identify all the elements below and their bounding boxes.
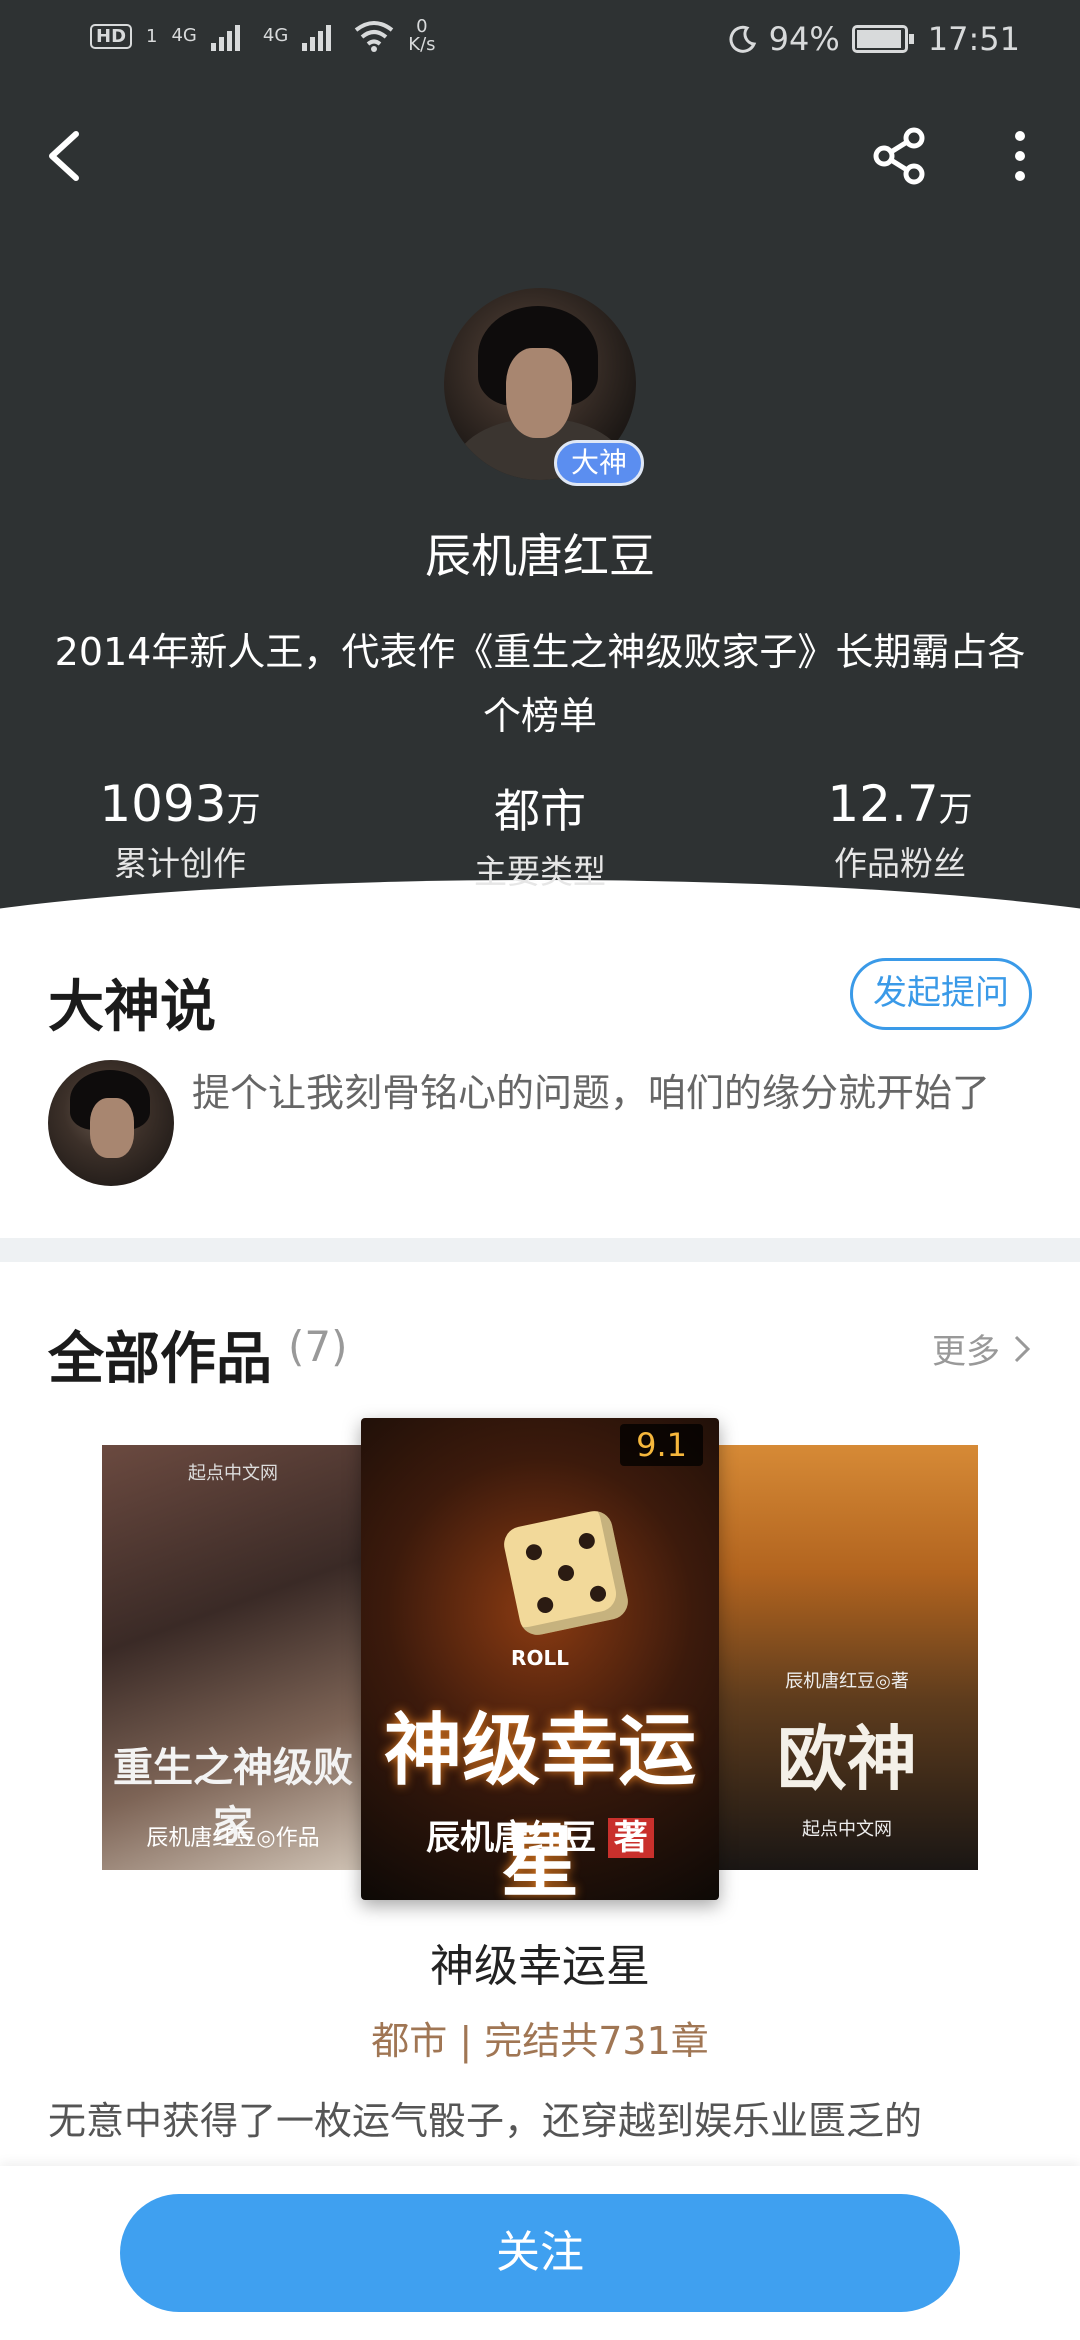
signal-icon: [210, 21, 249, 51]
back-icon[interactable]: [38, 126, 98, 186]
top-bar: [0, 120, 1080, 200]
question-prompt[interactable]: 提个让我刻骨铭心的问题，咱们的缘分就开始了: [192, 1064, 992, 1122]
chevron-right-icon: [1014, 1335, 1031, 1362]
author-intro: 2014年新人王，代表作《重生之神级败家子》长期霸占各个榜单: [54, 630, 1026, 738]
share-icon[interactable]: [870, 126, 930, 186]
stat-fans: 12.7万 作品粉丝: [827, 775, 973, 883]
moon-icon: [729, 25, 756, 53]
sim-number: 1: [146, 25, 158, 47]
battery-percent: 94%: [768, 20, 840, 58]
stat-total-words: 1093万 累计创作: [99, 775, 261, 883]
section-title: 大神说: [48, 974, 216, 1040]
dashen-say-section: 大神说 发起提问 提个让我刻骨铭心的问题，咱们的缘分就开始了: [0, 950, 1080, 1235]
book-cover-right[interactable]: 辰机唐红豆◎著 欧神 起点中文网: [716, 1445, 978, 1870]
book-title[interactable]: 神级幸运星: [0, 1930, 1080, 1994]
dashen-badge: 大神: [554, 440, 644, 486]
section-divider: [0, 1238, 1080, 1262]
status-bar: HD 1 4G 4G 0 K/s 94% 17:51: [0, 0, 1080, 90]
rating-badge: 9.1: [620, 1424, 703, 1466]
signal-icon: [302, 21, 340, 51]
hd-indicator: HD: [90, 23, 133, 49]
works-count: (7): [288, 1322, 348, 1371]
author-name: 辰机唐红豆: [425, 529, 655, 583]
clock: 17:51: [927, 20, 1020, 58]
author-avatar-wrap[interactable]: 大神: [444, 288, 644, 486]
ask-question-button[interactable]: 发起提问: [850, 958, 1032, 1030]
net-speed: 0 K/s: [408, 16, 436, 55]
book-cover-left[interactable]: 起点中文网 重生之神级败家 辰机唐红豆◎作品: [102, 1445, 364, 1870]
dice-icon: [500, 1507, 632, 1639]
book-cover-featured[interactable]: 9.1 ROLL 神级幸运星 辰机唐红豆 著: [361, 1418, 719, 1900]
network-type-2: 4G: [262, 25, 289, 46]
network-type-1: 4G: [171, 25, 197, 46]
more-works-link[interactable]: 更多: [932, 1324, 1032, 1373]
more-options-icon[interactable]: [1000, 126, 1040, 186]
book-meta: 都市 | 完结共731章: [371, 2019, 709, 2063]
avatar: [48, 1060, 174, 1186]
roll-label: ROLL: [511, 1646, 569, 1670]
section-title: 全部作品: [48, 1326, 272, 1392]
book-description: 无意中获得了一枚运气骰子，还穿越到娱乐业匮乏的: [48, 2099, 923, 2143]
stat-main-genre: 都市 主要类型: [474, 784, 606, 891]
wifi-icon: [355, 21, 394, 52]
works-section: 全部作品 (7) 更多 起点中文网 重生之神级败家 辰机唐红豆◎作品 辰机唐红豆…: [0, 1290, 1080, 2143]
profile-header: HD 1 4G 4G 0 K/s 94% 17:51 大神 辰机唐红豆 2014…: [0, 0, 1080, 920]
bottom-bar: 关注: [0, 2166, 1080, 2340]
follow-button[interactable]: 关注: [120, 2194, 960, 2312]
battery-icon: [851, 25, 914, 53]
cover-author: 辰机唐红豆 著: [361, 1810, 719, 1859]
cover-title: 神级幸运星: [383, 1705, 696, 1900]
author-stats: 1093万 累计创作 都市 主要类型 12.7万 作品粉丝: [0, 775, 1080, 893]
